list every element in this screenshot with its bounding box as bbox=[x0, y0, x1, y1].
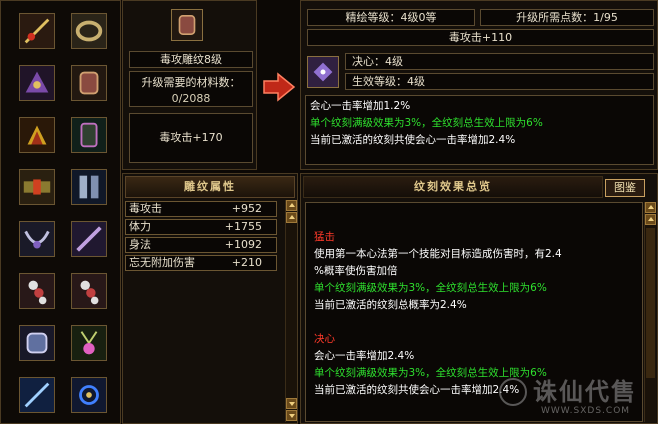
equipment-panel bbox=[0, 0, 121, 424]
section-line: 使用第一本心法第一个技能对目标造成伤害时，有2.4 bbox=[314, 248, 562, 260]
spear-icon bbox=[20, 378, 54, 412]
bracelet-icon bbox=[172, 10, 202, 40]
helmet-icon bbox=[20, 66, 54, 100]
rune-icon bbox=[308, 57, 338, 87]
equip-slot-10[interactable] bbox=[71, 221, 107, 257]
section-line: 当前已激活的纹刻总概率为2.4% bbox=[314, 299, 467, 311]
attribute-row: 忘无附加伤害 +210 bbox=[125, 255, 277, 271]
necklace-icon bbox=[20, 222, 54, 256]
scroll-up-button[interactable] bbox=[286, 200, 297, 211]
upgrade-panel: 精绘等级：4级0等 升级所需点数：1/95 毒攻击+110 决心：4级 生效等级… bbox=[300, 0, 658, 170]
desc-line: 当前已激活的纹刻共使会心一击率增加2.4% bbox=[310, 134, 516, 146]
equip-slot-15[interactable] bbox=[19, 377, 55, 413]
charm-icon bbox=[72, 222, 106, 256]
attribute-value: +1092 bbox=[224, 238, 262, 251]
attribute-value: +952 bbox=[231, 202, 262, 215]
equip-slot-1[interactable] bbox=[19, 13, 55, 49]
selected-bonus-box: 毒攻击+170 bbox=[129, 113, 253, 163]
equip-slot-13[interactable] bbox=[19, 325, 55, 361]
overview-title: 纹刻效果总览 bbox=[303, 176, 603, 198]
section-title: 决心 bbox=[314, 333, 335, 345]
equip-slot-4[interactable] bbox=[71, 65, 107, 101]
equip-slot-6[interactable] bbox=[71, 117, 107, 153]
section-line: 单个纹刻满级效果为3%，全纹刻总生效上限为6% bbox=[314, 282, 547, 294]
equip-slot-3[interactable] bbox=[19, 65, 55, 101]
scroll-up-button[interactable] bbox=[645, 214, 656, 225]
selected-item-panel: 毒攻雕纹8级 升级需要的材料数： 0/2088 毒攻击+170 bbox=[122, 0, 257, 170]
section-line: %概率使伤害加倍 bbox=[314, 265, 398, 277]
amulet-icon bbox=[72, 326, 106, 360]
scroll-down-button[interactable] bbox=[286, 410, 297, 421]
bracelet-icon bbox=[72, 66, 106, 100]
chevron-up-icon bbox=[648, 217, 654, 221]
equip-slot-9[interactable] bbox=[19, 221, 55, 257]
upgrade-description: 会心一击率增加1.2% 单个纹刻满级效果为3%，全纹刻总生效上限为6% 当前已激… bbox=[305, 95, 654, 165]
overview-panel: 纹刻效果总览 图鉴 猛击 使用第一本心法第一个技能对目标造成伤害时，有2.4 %… bbox=[300, 173, 658, 424]
section-title: 猛击 bbox=[314, 231, 335, 243]
attribute-row: 身法 +1092 bbox=[125, 237, 277, 253]
attribute-row: 体力 +1755 bbox=[125, 219, 277, 235]
upgrade-bonus: 毒攻击+110 bbox=[307, 29, 654, 46]
scroll-down-button[interactable] bbox=[286, 398, 297, 409]
watermark-brand: 诛仙代售 bbox=[533, 378, 637, 406]
points-label: 升级所需点数：1/95 bbox=[480, 9, 654, 26]
attributes-scrollbar[interactable] bbox=[285, 200, 297, 422]
chevron-up-icon bbox=[289, 203, 295, 207]
talisman-icon bbox=[72, 274, 106, 308]
level-label: 精绘等级：4级0等 bbox=[307, 9, 475, 26]
materials-value: 0/2088 bbox=[171, 92, 211, 105]
scroll-up-button[interactable] bbox=[645, 202, 656, 213]
equip-slot-2[interactable] bbox=[71, 13, 107, 49]
equip-slot-11[interactable] bbox=[19, 273, 55, 309]
attributes-title: 雕纹属性 bbox=[125, 176, 295, 198]
section-line: 当前已激活的纹刻共使会心一击率增加2.4% bbox=[314, 384, 520, 396]
attribute-name: 毒攻击 bbox=[129, 202, 162, 215]
glove-icon bbox=[72, 118, 106, 152]
watermark: 诛仙代售 WWW.SXDS.COM bbox=[497, 370, 657, 424]
desc-line: 单个纹刻满级效果为3%，全纹刻总生效上限为6% bbox=[310, 117, 543, 129]
equip-slot-8[interactable] bbox=[71, 169, 107, 205]
pendant-icon bbox=[20, 274, 54, 308]
skill-slot[interactable] bbox=[307, 56, 339, 88]
boots-icon bbox=[72, 170, 106, 204]
equip-slot-7[interactable] bbox=[19, 169, 55, 205]
equip-slot-14[interactable] bbox=[71, 325, 107, 361]
chevron-up-icon bbox=[648, 205, 654, 209]
desc-line: 会心一击率增加1.2% bbox=[310, 100, 411, 112]
selected-item-slot[interactable] bbox=[171, 9, 203, 41]
chevron-down-icon bbox=[289, 414, 295, 418]
bracer-icon bbox=[20, 326, 54, 360]
chevron-up-icon bbox=[289, 215, 295, 219]
scroll-thumb[interactable] bbox=[646, 228, 655, 378]
attributes-panel: 雕纹属性 毒攻击 +952 体力 +1755 身法 +1092 忘无附加伤害 +210 bbox=[122, 173, 298, 424]
section-line: 会心一击率增加2.4% bbox=[314, 350, 415, 362]
materials-box: 升级需要的材料数： 0/2088 bbox=[129, 71, 253, 107]
selected-item-name: 毒攻雕纹8级 bbox=[129, 51, 253, 68]
attribute-name: 身法 bbox=[129, 238, 151, 251]
attribute-name: 忘无附加伤害 bbox=[129, 256, 195, 269]
shoulder-icon bbox=[20, 118, 54, 152]
accessory-icon bbox=[72, 378, 106, 412]
watermark-logo bbox=[499, 378, 527, 406]
attribute-row: 毒攻击 +952 bbox=[125, 201, 277, 217]
belt-icon bbox=[20, 170, 54, 204]
effect-level: 生效等级：4级 bbox=[345, 73, 654, 90]
watermark-url: WWW.SXDS.COM bbox=[541, 406, 631, 416]
chevron-down-icon bbox=[289, 402, 295, 406]
attribute-name: 体力 bbox=[129, 220, 151, 233]
attribute-value: +210 bbox=[231, 256, 262, 269]
atlas-button[interactable]: 图鉴 bbox=[605, 179, 645, 197]
materials-label: 升级需要的材料数： bbox=[141, 76, 241, 89]
skill-name: 决心：4级 bbox=[345, 53, 654, 70]
overview-title-text: 纹刻效果总览 bbox=[414, 180, 492, 193]
scroll-up-button[interactable] bbox=[286, 212, 297, 223]
equip-slot-12[interactable] bbox=[71, 273, 107, 309]
equip-slot-5[interactable] bbox=[19, 117, 55, 153]
equip-slot-16[interactable] bbox=[71, 377, 107, 413]
ring-icon bbox=[72, 14, 106, 48]
arrow-right-icon bbox=[262, 72, 296, 102]
sword-icon bbox=[20, 14, 54, 48]
attribute-value: +1755 bbox=[224, 220, 262, 233]
